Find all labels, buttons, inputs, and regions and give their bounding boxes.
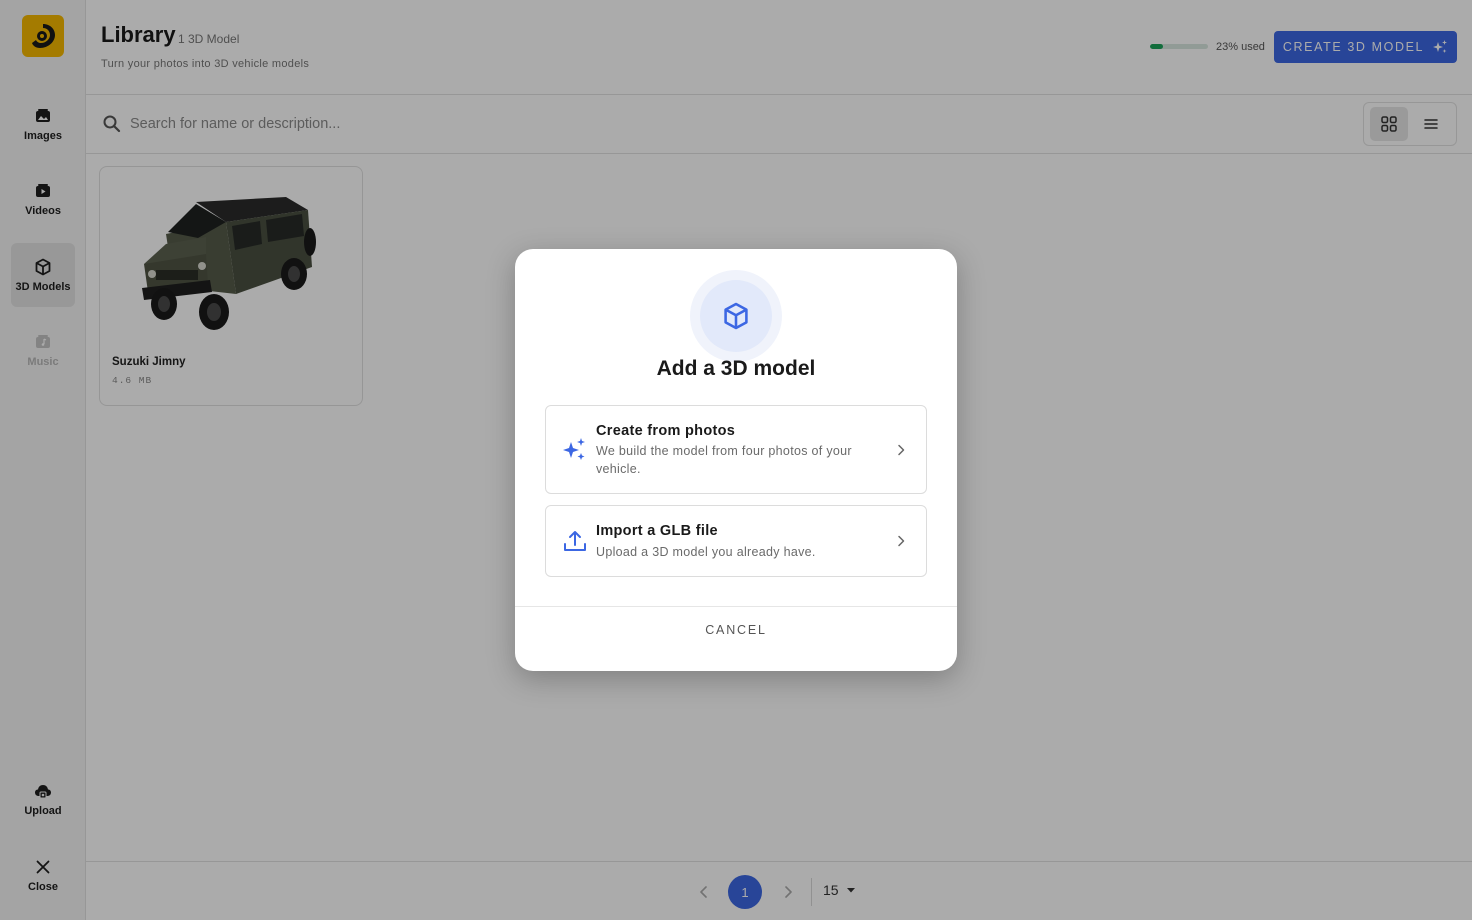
cancel-button[interactable]: CANCEL: [515, 623, 957, 637]
option-title: Import a GLB file: [596, 523, 718, 539]
add-3d-model-dialog: Add a 3D model Create from photos We bui…: [515, 249, 957, 671]
dialog-title: Add a 3D model: [656, 357, 816, 380]
chevron-right-icon: [898, 444, 905, 456]
option-description: We build the model from four photos of y…: [596, 444, 852, 476]
dialog-icon-circle: [700, 280, 772, 352]
dialog-icon-ring: [690, 270, 782, 362]
import-glb-option[interactable]: Import a GLB file Upload a 3D model you …: [545, 505, 927, 577]
cube-icon: [724, 302, 748, 330]
upload-icon: [564, 531, 586, 551]
create-from-photos-option[interactable]: Create from photos We build the model fr…: [545, 405, 927, 494]
dialog-divider: [515, 606, 957, 607]
option-title: Create from photos: [596, 423, 736, 439]
sparkles-icon: [563, 438, 585, 460]
chevron-right-icon: [898, 535, 905, 547]
option-description: Upload a 3D model you already have.: [596, 545, 816, 559]
